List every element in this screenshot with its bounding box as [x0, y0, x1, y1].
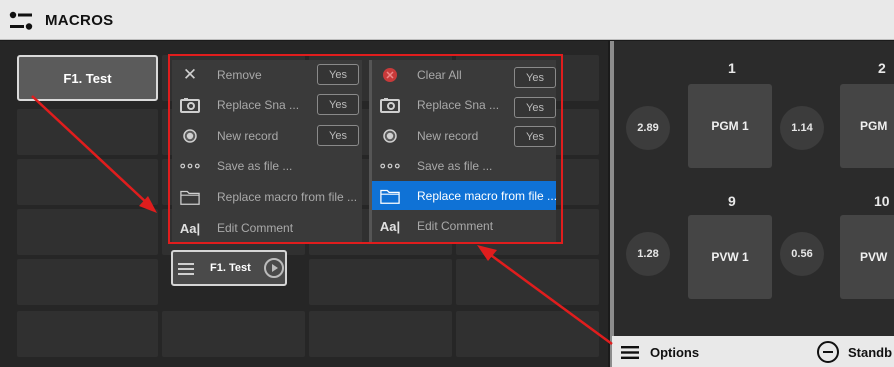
dots-icon	[380, 156, 400, 176]
menu-item-label: Remove	[217, 68, 262, 82]
menu-item-new-record[interactable]: New record Yes	[172, 121, 362, 151]
menu-item-clear-all[interactable]: Clear All Yes	[372, 60, 556, 90]
macro-slot[interactable]	[456, 311, 599, 357]
menu-item-label: Edit Comment	[417, 219, 494, 233]
source-column-number: 1	[728, 60, 736, 76]
menu-item-label: Save as file ...	[417, 159, 493, 173]
source-value: 1.28	[626, 232, 670, 276]
source-column-number: 10	[874, 193, 890, 209]
page-title: MACROS	[45, 12, 114, 29]
record-icon	[380, 126, 400, 146]
macro-slot[interactable]	[162, 311, 305, 357]
source-column-number: 9	[728, 193, 736, 209]
menu-item-label: Clear All	[417, 68, 462, 82]
macro-slot[interactable]	[17, 259, 158, 305]
macro-context-menu-left: ✕ Remove Yes Replace Sna ... Yes New rec…	[172, 60, 362, 243]
source-button-pgm-2[interactable]: PGM	[840, 84, 894, 168]
macro-button-f1-test[interactable]: F1. Test	[17, 55, 158, 101]
menu-item-replace-snapshot[interactable]: Replace Sna ... Yes	[372, 90, 556, 120]
standby-icon[interactable]	[817, 341, 839, 363]
macro-slot[interactable]	[17, 109, 158, 155]
new-record-yes-button[interactable]: Yes	[317, 125, 359, 146]
source-value: 0.56	[780, 232, 824, 276]
folder-icon	[380, 186, 400, 206]
menu-item-label: Replace macro from file ...	[417, 189, 558, 203]
macro-context-menu-right: Clear All Yes Replace Sna ... Yes New re…	[369, 60, 558, 243]
menu-item-new-record[interactable]: New record Yes	[372, 121, 556, 151]
macro-slot[interactable]	[17, 209, 158, 255]
options-button[interactable]: Options	[650, 345, 699, 360]
replace-snapshot-yes-button[interactable]: Yes	[317, 94, 359, 115]
source-panel: 1 2 2.89 PGM 1 1.14 PGM 9 10 1.28 PVW 1 …	[610, 41, 894, 367]
macros-toggle-icon	[9, 11, 33, 30]
replace-snapshot-yes-button[interactable]: Yes	[514, 97, 556, 118]
play-icon[interactable]	[264, 258, 284, 278]
menu-item-save-as-file[interactable]: Save as file ...	[372, 151, 556, 181]
menu-item-label: Edit Comment	[217, 221, 294, 235]
menu-item-label: Replace macro from file ...	[217, 190, 358, 204]
menu-item-save-as-file[interactable]: Save as file ...	[172, 151, 362, 181]
menu-lines-icon[interactable]	[621, 346, 639, 359]
options-footer: Options Standb	[612, 336, 894, 367]
menu-item-edit-comment[interactable]: Aa| Edit Comment	[172, 213, 362, 243]
close-icon: ✕	[182, 65, 198, 84]
dragged-macro-item[interactable]: F1. Test	[171, 250, 287, 286]
dots-icon	[180, 156, 200, 176]
camera-icon	[180, 95, 200, 115]
menu-item-label: New record	[217, 129, 279, 143]
source-value: 1.14	[780, 106, 824, 150]
drag-handle-icon[interactable]	[178, 263, 194, 275]
menu-item-label: Save as file ...	[217, 159, 293, 173]
text-icon: Aa|	[379, 218, 401, 234]
source-button-pvw-1[interactable]: PVW 1	[688, 215, 772, 299]
folder-icon	[180, 187, 200, 207]
menu-item-remove[interactable]: ✕ Remove Yes	[172, 60, 362, 90]
remove-yes-button[interactable]: Yes	[317, 64, 359, 85]
source-column-number: 2	[878, 60, 886, 76]
menu-item-replace-from-file[interactable]: Replace macro from file ...	[372, 181, 558, 210]
menu-item-edit-comment[interactable]: Aa| Edit Comment	[372, 211, 556, 241]
menu-item-label: Replace Sna ...	[217, 98, 300, 112]
menu-item-label: Replace Sna ...	[417, 98, 500, 112]
source-button-pvw-2[interactable]: PVW	[840, 215, 894, 299]
new-record-yes-button[interactable]: Yes	[514, 126, 556, 147]
record-icon	[180, 126, 200, 146]
source-value: 2.89	[626, 106, 670, 150]
clear-all-icon	[380, 65, 400, 85]
clear-all-yes-button[interactable]: Yes	[514, 67, 556, 88]
menu-item-replace-from-file[interactable]: Replace macro from file ...	[172, 182, 362, 212]
source-button-pgm-1[interactable]: PGM 1	[688, 84, 772, 168]
menu-item-label: New record	[417, 129, 479, 143]
macro-slot[interactable]	[309, 259, 452, 305]
menu-item-replace-snapshot[interactable]: Replace Sna ... Yes	[172, 90, 362, 120]
dragged-macro-label: F1. Test	[210, 262, 251, 274]
text-icon: Aa|	[179, 220, 201, 236]
macro-slot[interactable]	[309, 311, 452, 357]
macro-slot[interactable]	[17, 159, 158, 205]
macro-slot[interactable]	[456, 259, 599, 305]
macro-slot[interactable]	[17, 311, 158, 357]
macros-header: MACROS	[0, 0, 894, 40]
camera-icon	[380, 95, 400, 115]
standby-button[interactable]: Standb	[848, 345, 892, 360]
